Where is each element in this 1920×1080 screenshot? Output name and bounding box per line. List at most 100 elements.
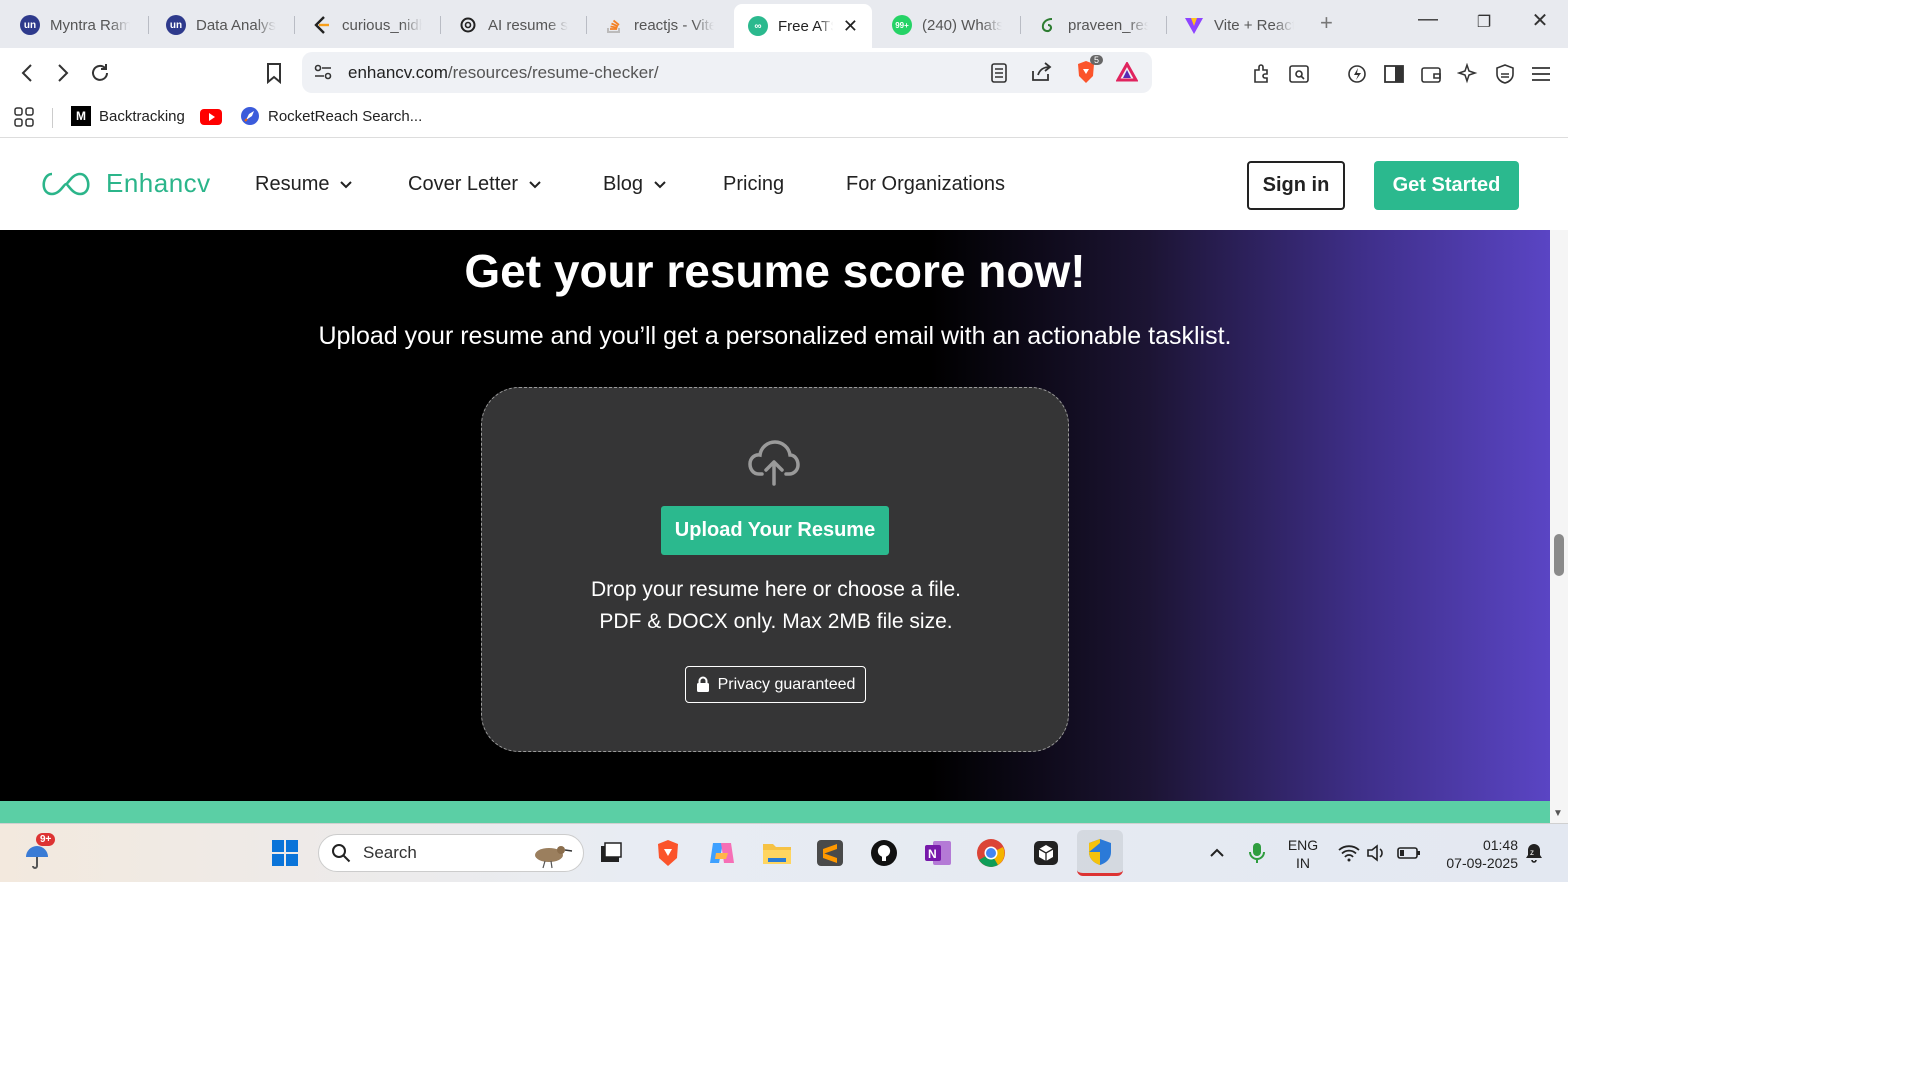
vpn-icon[interactable] (1493, 62, 1517, 86)
restore-button[interactable]: ❐ (1464, 12, 1504, 32)
tab-overleaf[interactable]: praveen_res (1024, 6, 1162, 44)
microphone-icon[interactable] (1240, 836, 1274, 870)
github-desktop-icon[interactable] (867, 836, 901, 870)
bookmark-youtube[interactable] (200, 109, 222, 125)
bookmark-rocketreach[interactable]: RocketReach Search... (240, 106, 422, 126)
file-explorer-icon[interactable] (760, 836, 794, 870)
chevron-down-icon (340, 180, 353, 188)
nav-cover-letter[interactable]: Cover Letter (408, 173, 542, 196)
address-bar[interactable]: enhancv.com/resources/resume-checker/ 5 (302, 52, 1152, 93)
leetcode-icon (312, 15, 332, 35)
show-hidden-icons-icon[interactable] (1200, 836, 1234, 870)
tab-myntra[interactable]: un Myntra Ramp (6, 6, 144, 44)
speedreader-icon[interactable] (1345, 62, 1369, 86)
resume-dropzone[interactable]: Upload Your Resume Drop your resume here… (481, 387, 1069, 752)
tab-data-analyst[interactable]: un Data Analyst (152, 6, 290, 44)
tab-title: Myntra Ramp (50, 16, 130, 34)
close-window-button[interactable]: ✕ (1520, 8, 1560, 33)
get-started-button[interactable]: Get Started (1374, 161, 1519, 210)
windows-taskbar: 9+ Search N ENG IN 01:48 07-09-2025 z (0, 823, 1568, 882)
green-band (0, 801, 1550, 823)
taskbar-search[interactable]: Search (318, 834, 584, 872)
brave-rewards-icon[interactable] (1115, 60, 1139, 87)
input-language[interactable]: ENG IN (1284, 836, 1322, 872)
tab-stackoverflow[interactable]: reactjs - Vite (590, 6, 728, 44)
back-button[interactable] (14, 60, 40, 86)
medium-icon: M (71, 106, 91, 126)
start-button[interactable] (268, 836, 302, 870)
new-tab-button[interactable]: + (1320, 10, 1333, 36)
find-in-page-icon[interactable] (1287, 62, 1311, 86)
wallet-icon[interactable] (1419, 62, 1443, 86)
cloud-upload-icon (748, 440, 800, 486)
unstop-icon: un (166, 15, 186, 35)
nav-label: Cover Letter (408, 173, 519, 195)
rocketreach-icon (241, 107, 259, 125)
weather-badge: 9+ (36, 833, 56, 846)
logo-text: Enhancv (106, 168, 211, 198)
scrollbar-thumb[interactable] (1554, 534, 1564, 576)
tab-ai-resume[interactable]: AI resume sc (444, 6, 582, 44)
nav-label: For Organizations (846, 173, 1005, 195)
bookmark-backtracking[interactable]: M Backtracking (71, 106, 185, 126)
whatsapp-icon: 99+ (892, 15, 912, 35)
chrome-icon[interactable] (974, 836, 1008, 870)
tab-whatsapp[interactable]: 99+ (240) WhatsA (878, 6, 1016, 44)
hero-section: Get your resume score now! Upload your r… (0, 230, 1550, 801)
search-placeholder: Search (363, 843, 417, 862)
chevron-down-icon (529, 180, 541, 188)
hero-title: Get your resume score now! (464, 245, 1086, 297)
sidebar-toggle-icon[interactable] (1382, 62, 1406, 86)
windows-logo-icon (272, 840, 298, 866)
page-scrollbar[interactable]: ▼ (1550, 230, 1568, 823)
battery-icon[interactable] (1392, 836, 1426, 870)
youtube-icon (200, 109, 222, 125)
system-clock[interactable]: 01:48 07-09-2025 (1432, 836, 1518, 872)
bookmarks-bar: M Backtracking RocketReach Search... (0, 98, 1568, 138)
sublime-text-icon[interactable] (813, 836, 847, 870)
onenote-icon[interactable]: N (921, 836, 955, 870)
app-cube-icon[interactable] (1029, 836, 1063, 870)
tab-strip: un Myntra Ramp un Data Analyst curious_n… (0, 0, 1568, 48)
tab-title: reactjs - Vite (634, 16, 714, 34)
reload-button[interactable] (87, 60, 113, 86)
security-app-icon[interactable] (1077, 830, 1123, 876)
close-tab-icon[interactable]: ✕ (843, 16, 858, 37)
leo-ai-icon[interactable] (1456, 62, 1480, 86)
nav-blog[interactable]: Blog (603, 173, 667, 196)
notification-center-icon[interactable]: z (1520, 836, 1548, 870)
url-text[interactable]: enhancv.com/resources/resume-checker/ (348, 63, 659, 83)
extensions-icon[interactable] (1250, 62, 1274, 86)
hero-subtitle: Upload your resume and you’ll get a pers… (318, 322, 1232, 350)
search-icon (332, 844, 351, 863)
region-code: IN (1296, 855, 1310, 871)
scroll-down-arrow-icon[interactable]: ▼ (1553, 808, 1563, 819)
apps-grid-icon[interactable] (14, 107, 34, 127)
clock-date: 07-09-2025 (1446, 855, 1518, 871)
chevron-down-icon (654, 180, 666, 188)
share-icon[interactable] (1030, 61, 1052, 88)
upload-resume-button[interactable]: Upload Your Resume (661, 506, 889, 555)
privacy-text: Privacy guaranteed (717, 675, 856, 693)
brave-taskbar-icon[interactable] (651, 836, 685, 870)
tab-enhancv-active[interactable]: ∞ Free ATS ✕ (734, 4, 872, 48)
copilot-icon[interactable] (705, 836, 739, 870)
overleaf-icon (1038, 15, 1058, 35)
forward-button[interactable] (50, 60, 76, 86)
sign-in-button[interactable]: Sign in (1247, 161, 1345, 210)
nav-resume[interactable]: Resume (255, 173, 353, 196)
volume-icon[interactable] (1360, 836, 1394, 870)
tab-leetcode[interactable]: curious_nidhi (298, 6, 436, 44)
menu-icon[interactable] (1529, 62, 1553, 86)
bookmark-icon[interactable] (261, 60, 287, 86)
site-settings-icon[interactable] (314, 64, 332, 85)
reader-mode-icon[interactable] (990, 62, 1008, 89)
tab-title: Data Analyst (196, 16, 276, 34)
nav-pricing[interactable]: Pricing (723, 173, 784, 196)
tab-vite[interactable]: Vite + React (1170, 6, 1308, 44)
nav-label: Blog (603, 173, 644, 195)
enhancv-logo[interactable]: Enhancv (38, 168, 211, 199)
task-view-icon[interactable] (594, 836, 628, 870)
minimize-button[interactable]: — (1408, 8, 1448, 31)
nav-for-organizations[interactable]: For Organizations (846, 173, 1005, 196)
